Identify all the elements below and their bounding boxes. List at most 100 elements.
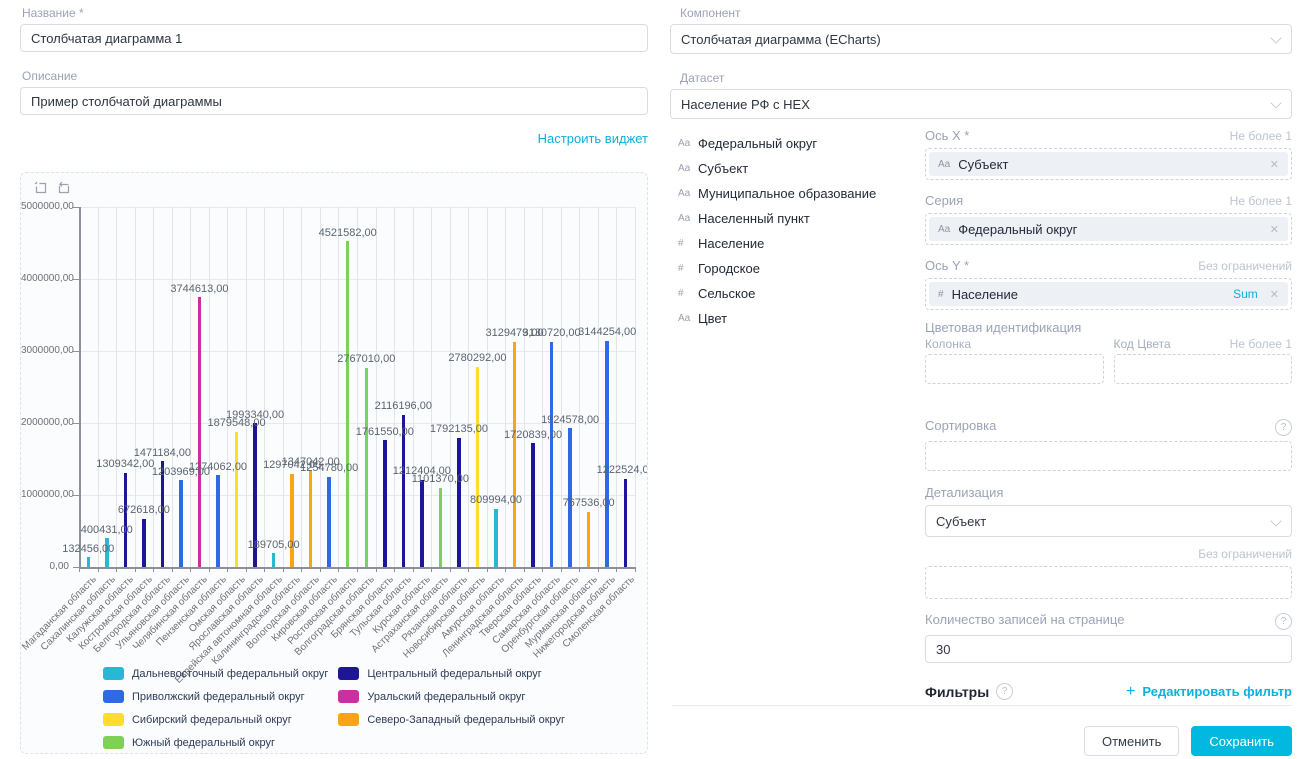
configure-widget-link[interactable]: Настроить виджет: [538, 131, 648, 146]
y-axis-label: 5000000,00: [21, 201, 69, 212]
bar[interactable]: [513, 342, 517, 567]
box-zoom-icon[interactable]: [33, 180, 49, 196]
legend-item[interactable]: Южный федеральный округ: [103, 736, 328, 749]
plus-icon: +: [1126, 684, 1135, 700]
help-icon[interactable]: ?: [1275, 419, 1292, 436]
dataset-field-item[interactable]: #Сельское: [678, 281, 920, 306]
dataset-field-item[interactable]: #Городское: [678, 256, 920, 281]
remove-icon[interactable]: ✕: [1270, 223, 1279, 236]
help-icon[interactable]: ?: [996, 683, 1013, 700]
page-size-label: Количество записей на странице: [925, 612, 1124, 627]
bar[interactable]: [420, 480, 424, 567]
series-chip[interactable]: Aa Федеральный округ ✕: [929, 217, 1288, 241]
axis-x-dropzone[interactable]: Aa Субъект ✕: [925, 148, 1292, 180]
widget-form-column: Название * Описание Настроить виджет 0,0…: [20, 0, 648, 754]
bar[interactable]: [439, 488, 443, 567]
bar[interactable]: [605, 341, 609, 567]
color-code-dropzone[interactable]: [1114, 354, 1293, 384]
bar[interactable]: [272, 553, 276, 567]
widget-settings-column: Компонент Столбчатая диаграмма (ECharts)…: [670, 0, 1292, 119]
chart-toolbox: [33, 180, 72, 196]
dataset-field-item[interactable]: #Население: [678, 231, 920, 256]
bar[interactable]: [290, 474, 294, 567]
bar[interactable]: [198, 297, 202, 567]
axis-y-chip[interactable]: # Население Sum ✕: [929, 282, 1288, 306]
dataset-select[interactable]: Население РФ с HEX: [670, 89, 1292, 119]
legend-label: Сибирский федеральный округ: [132, 714, 292, 726]
page-size-input[interactable]: [925, 635, 1292, 663]
dataset-label: Датасет: [680, 71, 1292, 85]
component-value: Столбчатая диаграмма (ECharts): [681, 32, 881, 47]
dataset-field-item[interactable]: AaФедеральный округ: [678, 131, 920, 156]
bar[interactable]: [383, 440, 387, 567]
y-axis-line: [79, 207, 81, 567]
bar[interactable]: [587, 512, 591, 567]
chart-preview-panel: 0,001000000,002000000,003000000,00400000…: [20, 172, 648, 754]
detail-select[interactable]: Субъект: [925, 505, 1292, 537]
axis-y-dropzone[interactable]: # Население Sum ✕: [925, 278, 1292, 310]
footer-divider: [672, 705, 1292, 706]
configure-widget-row: Настроить виджет: [20, 130, 648, 148]
bar[interactable]: [476, 367, 480, 567]
dataset-field-item[interactable]: AaЦвет: [678, 306, 920, 331]
bar[interactable]: [531, 443, 535, 567]
y-axis-label: 2000000,00: [21, 417, 69, 428]
dataset-field-item[interactable]: AaНаселенный пункт: [678, 206, 920, 231]
gridline: [338, 207, 339, 567]
save-button[interactable]: Сохранить: [1191, 726, 1292, 756]
chevron-down-icon: [1270, 515, 1281, 526]
legend-item[interactable]: Сибирский федеральный округ: [103, 713, 328, 726]
bar[interactable]: [179, 480, 183, 567]
dataset-fields-list: AaФедеральный округAaСубъектAaМуниципаль…: [678, 131, 920, 331]
gridline: [487, 207, 488, 567]
gridline: [246, 207, 247, 567]
description-label: Описание: [22, 69, 648, 83]
restore-icon[interactable]: [56, 180, 72, 196]
series-label: Серия: [925, 193, 963, 208]
component-select[interactable]: Столбчатая диаграмма (ECharts): [670, 24, 1292, 54]
bar-value-label: 767536,00: [563, 497, 615, 509]
dataset-field-item[interactable]: AaСубъект: [678, 156, 920, 181]
legend-item[interactable]: Дальневосточный федеральный округ: [103, 667, 328, 680]
help-icon[interactable]: ?: [1275, 613, 1292, 630]
remove-icon[interactable]: ✕: [1270, 158, 1279, 171]
bar[interactable]: [327, 477, 331, 567]
dataset-field-item[interactable]: AaМуниципальное образование: [678, 181, 920, 206]
bar[interactable]: [124, 473, 128, 567]
bar[interactable]: [142, 519, 146, 567]
cancel-button[interactable]: Отменить: [1084, 726, 1179, 756]
detail-dropzone[interactable]: [925, 566, 1292, 599]
bar[interactable]: [457, 438, 461, 567]
edit-filter-link[interactable]: + Редактировать фильтр: [1126, 684, 1292, 700]
axis-x-chip[interactable]: Aa Субъект ✕: [929, 152, 1288, 176]
bar[interactable]: [365, 368, 369, 567]
legend-swatch: [103, 667, 124, 680]
bar-value-label: 1471184,00: [134, 447, 191, 459]
gridline: [357, 207, 358, 567]
description-input[interactable]: [20, 87, 648, 115]
bar-value-label: 2767010,00: [337, 353, 395, 365]
legend-item[interactable]: Уральский федеральный округ: [338, 690, 565, 703]
legend-swatch: [338, 713, 359, 726]
bar[interactable]: [87, 557, 91, 567]
bar[interactable]: [346, 241, 350, 567]
sorting-dropzone[interactable]: [925, 441, 1292, 471]
remove-icon[interactable]: ✕: [1270, 288, 1279, 301]
legend-item[interactable]: Приволжский федеральный округ: [103, 690, 328, 703]
name-input[interactable]: [20, 24, 648, 52]
legend-item[interactable]: Центральный федеральный округ: [338, 667, 565, 680]
legend-item[interactable]: Северо-Западный федеральный округ: [338, 713, 565, 726]
y-axis-label: 0,00: [21, 561, 69, 572]
detail-value: Субъект: [936, 514, 986, 529]
aggregation-selector[interactable]: Sum: [1233, 287, 1258, 301]
bar[interactable]: [216, 475, 220, 567]
bar[interactable]: [624, 479, 628, 567]
bar[interactable]: [235, 432, 239, 567]
bar[interactable]: [550, 342, 554, 567]
bar[interactable]: [309, 470, 313, 567]
text-type-icon: Aa: [678, 213, 698, 224]
bar[interactable]: [494, 509, 498, 567]
color-column-dropzone[interactable]: [925, 354, 1104, 384]
series-dropzone[interactable]: Aa Федеральный округ ✕: [925, 213, 1292, 245]
color-code-label: Код Цвета: [1114, 337, 1171, 351]
